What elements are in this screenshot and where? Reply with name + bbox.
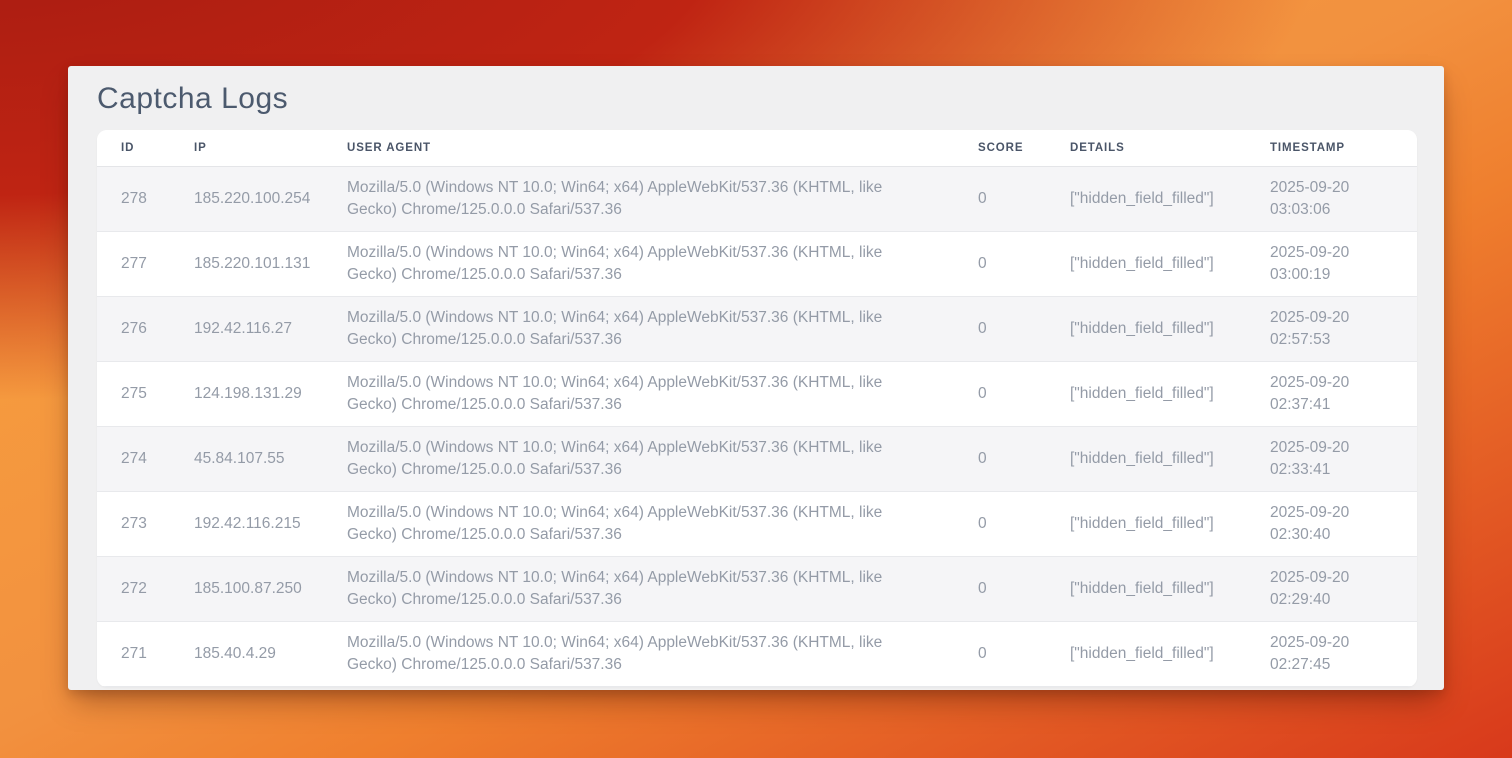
cell-score: 0 bbox=[954, 166, 1046, 231]
table-body: 278185.220.100.254Mozilla/5.0 (Windows N… bbox=[97, 166, 1417, 686]
cell-user_agent: Mozilla/5.0 (Windows NT 10.0; Win64; x64… bbox=[323, 621, 954, 686]
cell-id: 278 bbox=[97, 166, 170, 231]
table-row: 273192.42.116.215Mozilla/5.0 (Windows NT… bbox=[97, 491, 1417, 556]
cell-ip: 192.42.116.215 bbox=[170, 491, 323, 556]
cell-details: ["hidden_field_filled"] bbox=[1046, 426, 1246, 491]
table-row: 271185.40.4.29Mozilla/5.0 (Windows NT 10… bbox=[97, 621, 1417, 686]
cell-id: 275 bbox=[97, 361, 170, 426]
cell-id: 273 bbox=[97, 491, 170, 556]
page-title: Captcha Logs bbox=[97, 82, 1417, 116]
cell-score: 0 bbox=[954, 426, 1046, 491]
page-background: Captcha Logs IDIPUSER AGENTSCOREDETAILST… bbox=[0, 0, 1512, 758]
cell-ip: 185.220.100.254 bbox=[170, 166, 323, 231]
cell-details: ["hidden_field_filled"] bbox=[1046, 296, 1246, 361]
cell-timestamp: 2025-09-20 03:00:19 bbox=[1246, 231, 1417, 296]
table-row: 272185.100.87.250Mozilla/5.0 (Windows NT… bbox=[97, 556, 1417, 621]
cell-id: 274 bbox=[97, 426, 170, 491]
column-header-score: SCORE bbox=[954, 130, 1046, 166]
column-header-ip: IP bbox=[170, 130, 323, 166]
captcha-logs-card: Captcha Logs IDIPUSER AGENTSCOREDETAILST… bbox=[68, 66, 1444, 690]
cell-score: 0 bbox=[954, 491, 1046, 556]
cell-timestamp: 2025-09-20 02:30:40 bbox=[1246, 491, 1417, 556]
cell-user_agent: Mozilla/5.0 (Windows NT 10.0; Win64; x64… bbox=[323, 491, 954, 556]
column-header-id: ID bbox=[97, 130, 170, 166]
cell-details: ["hidden_field_filled"] bbox=[1046, 361, 1246, 426]
cell-id: 277 bbox=[97, 231, 170, 296]
cell-timestamp: 2025-09-20 03:03:06 bbox=[1246, 166, 1417, 231]
cell-user_agent: Mozilla/5.0 (Windows NT 10.0; Win64; x64… bbox=[323, 296, 954, 361]
cell-user_agent: Mozilla/5.0 (Windows NT 10.0; Win64; x64… bbox=[323, 556, 954, 621]
cell-timestamp: 2025-09-20 02:29:40 bbox=[1246, 556, 1417, 621]
cell-score: 0 bbox=[954, 556, 1046, 621]
cell-details: ["hidden_field_filled"] bbox=[1046, 166, 1246, 231]
table-row: 276192.42.116.27Mozilla/5.0 (Windows NT … bbox=[97, 296, 1417, 361]
column-header-details: DETAILS bbox=[1046, 130, 1246, 166]
cell-user_agent: Mozilla/5.0 (Windows NT 10.0; Win64; x64… bbox=[323, 426, 954, 491]
cell-details: ["hidden_field_filled"] bbox=[1046, 231, 1246, 296]
cell-ip: 185.100.87.250 bbox=[170, 556, 323, 621]
cell-details: ["hidden_field_filled"] bbox=[1046, 621, 1246, 686]
cell-id: 272 bbox=[97, 556, 170, 621]
cell-timestamp: 2025-09-20 02:33:41 bbox=[1246, 426, 1417, 491]
cell-timestamp: 2025-09-20 02:37:41 bbox=[1246, 361, 1417, 426]
logs-table-container: IDIPUSER AGENTSCOREDETAILSTIMESTAMP 2781… bbox=[97, 130, 1417, 687]
cell-score: 0 bbox=[954, 231, 1046, 296]
cell-ip: 185.220.101.131 bbox=[170, 231, 323, 296]
cell-user_agent: Mozilla/5.0 (Windows NT 10.0; Win64; x64… bbox=[323, 361, 954, 426]
table-row: 278185.220.100.254Mozilla/5.0 (Windows N… bbox=[97, 166, 1417, 231]
cell-details: ["hidden_field_filled"] bbox=[1046, 556, 1246, 621]
cell-details: ["hidden_field_filled"] bbox=[1046, 491, 1246, 556]
cell-ip: 192.42.116.27 bbox=[170, 296, 323, 361]
cell-score: 0 bbox=[954, 296, 1046, 361]
table-row: 275124.198.131.29Mozilla/5.0 (Windows NT… bbox=[97, 361, 1417, 426]
cell-ip: 124.198.131.29 bbox=[170, 361, 323, 426]
cell-id: 271 bbox=[97, 621, 170, 686]
column-header-timestamp: TIMESTAMP bbox=[1246, 130, 1417, 166]
table-row: 277185.220.101.131Mozilla/5.0 (Windows N… bbox=[97, 231, 1417, 296]
table-header-row: IDIPUSER AGENTSCOREDETAILSTIMESTAMP bbox=[97, 130, 1417, 166]
cell-timestamp: 2025-09-20 02:57:53 bbox=[1246, 296, 1417, 361]
cell-score: 0 bbox=[954, 361, 1046, 426]
cell-id: 276 bbox=[97, 296, 170, 361]
cell-user_agent: Mozilla/5.0 (Windows NT 10.0; Win64; x64… bbox=[323, 166, 954, 231]
cell-ip: 45.84.107.55 bbox=[170, 426, 323, 491]
cell-user_agent: Mozilla/5.0 (Windows NT 10.0; Win64; x64… bbox=[323, 231, 954, 296]
column-header-user_agent: USER AGENT bbox=[323, 130, 954, 166]
table-row: 27445.84.107.55Mozilla/5.0 (Windows NT 1… bbox=[97, 426, 1417, 491]
cell-timestamp: 2025-09-20 02:27:45 bbox=[1246, 621, 1417, 686]
cell-score: 0 bbox=[954, 621, 1046, 686]
cell-ip: 185.40.4.29 bbox=[170, 621, 323, 686]
logs-table: IDIPUSER AGENTSCOREDETAILSTIMESTAMP 2781… bbox=[97, 130, 1417, 687]
table-header: IDIPUSER AGENTSCOREDETAILSTIMESTAMP bbox=[97, 130, 1417, 166]
